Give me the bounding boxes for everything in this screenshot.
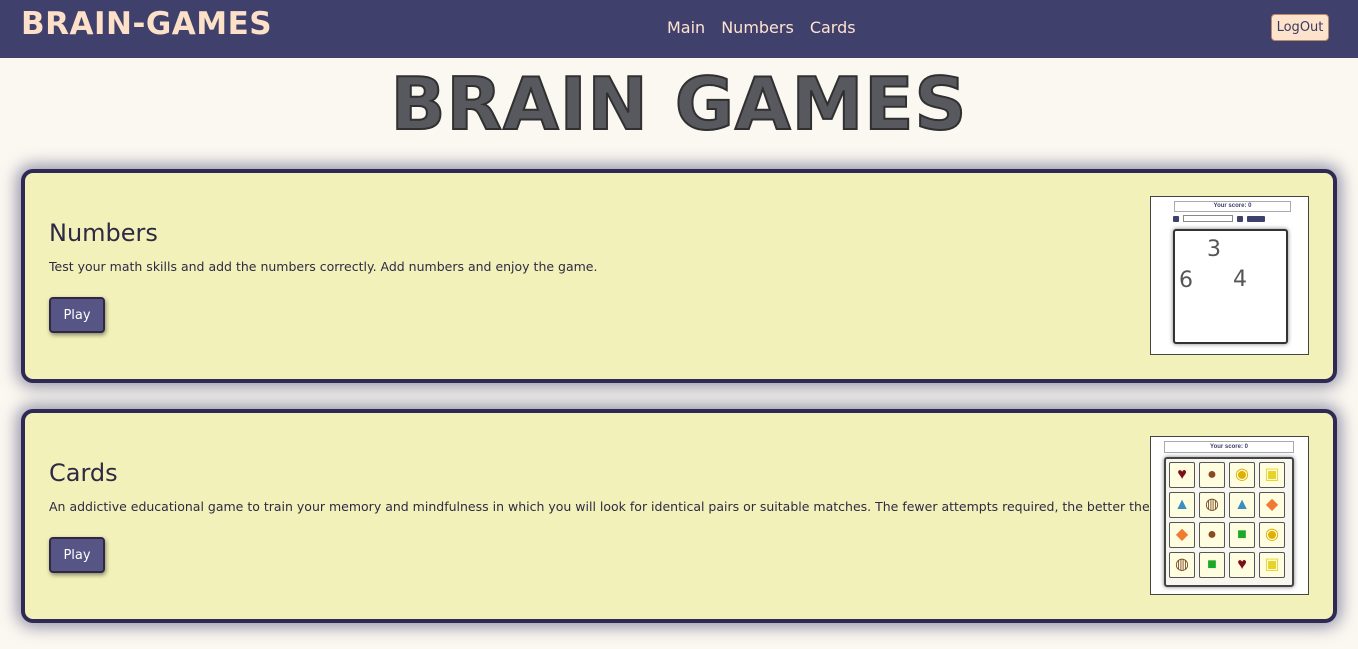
sponge-icon: ▣	[1259, 552, 1285, 578]
preview-card-grid: ♥ ● ◉ ▣ ▲ ◍ ▲ ◆ ◆ ● ■ ◉ ◍ ■ ♥ ▣	[1164, 457, 1294, 587]
preview-score: Your score: 0	[1174, 201, 1291, 212]
fish-icon: ◆	[1169, 522, 1195, 548]
shark-icon: ▲	[1229, 492, 1255, 518]
preview-board: 3 6 4	[1173, 229, 1288, 344]
fish-icon: ◆	[1259, 492, 1285, 518]
heart-icon: ♥	[1169, 462, 1195, 488]
bear-icon: ●	[1199, 522, 1225, 548]
preview-number: 6	[1179, 268, 1193, 293]
page-title: BRAIN GAMES	[390, 61, 968, 147]
shark-icon: ▲	[1169, 492, 1195, 518]
preview-score: Your score: 0	[1164, 441, 1294, 453]
nav-link-numbers[interactable]: Numbers	[721, 18, 794, 37]
owl-icon: ◍	[1199, 492, 1225, 518]
logout-button[interactable]: LogOut	[1271, 14, 1329, 41]
preview-controls	[1173, 215, 1265, 222]
card-description: Test your math skills and add the number…	[49, 259, 598, 274]
crewmate-icon: ■	[1229, 522, 1255, 548]
heart-icon: ♥	[1229, 552, 1255, 578]
play-numbers-button[interactable]: Play	[49, 297, 105, 333]
preview-button	[1247, 215, 1265, 222]
preview-button	[1173, 215, 1179, 222]
game-card-cards: Cards An addictive educational game to t…	[21, 409, 1337, 623]
preview-input	[1183, 215, 1233, 222]
card-description: An addictive educational game to train y…	[49, 499, 1193, 514]
bee-icon: ◉	[1259, 522, 1285, 548]
preview-button	[1237, 215, 1243, 222]
game-card-numbers: Numbers Test your math skills and add th…	[21, 169, 1337, 383]
card-title: Cards	[49, 459, 118, 487]
preview-number: 4	[1233, 267, 1247, 292]
card-title: Numbers	[49, 219, 158, 247]
owl-icon: ◍	[1169, 552, 1195, 578]
nav-links: Main Numbers Cards	[667, 18, 856, 37]
nav-link-cards[interactable]: Cards	[810, 18, 856, 37]
sponge-icon: ▣	[1259, 462, 1285, 488]
numbers-preview-image: Your score: 0 3 6 4	[1150, 196, 1309, 355]
navbar: BRAIN-GAMES Main Numbers Cards LogOut	[0, 0, 1358, 58]
bee-icon: ◉	[1229, 462, 1255, 488]
nav-link-main[interactable]: Main	[667, 18, 705, 37]
play-cards-button[interactable]: Play	[49, 537, 105, 573]
crewmate-icon: ■	[1199, 552, 1225, 578]
bear-icon: ●	[1199, 462, 1225, 488]
brand-logo[interactable]: BRAIN-GAMES	[21, 6, 272, 42]
cards-preview-image: Your score: 0 ♥ ● ◉ ▣ ▲ ◍ ▲ ◆ ◆ ● ■ ◉ ◍ ■ ♥ ▣	[1150, 436, 1309, 595]
preview-number: 3	[1207, 237, 1221, 262]
